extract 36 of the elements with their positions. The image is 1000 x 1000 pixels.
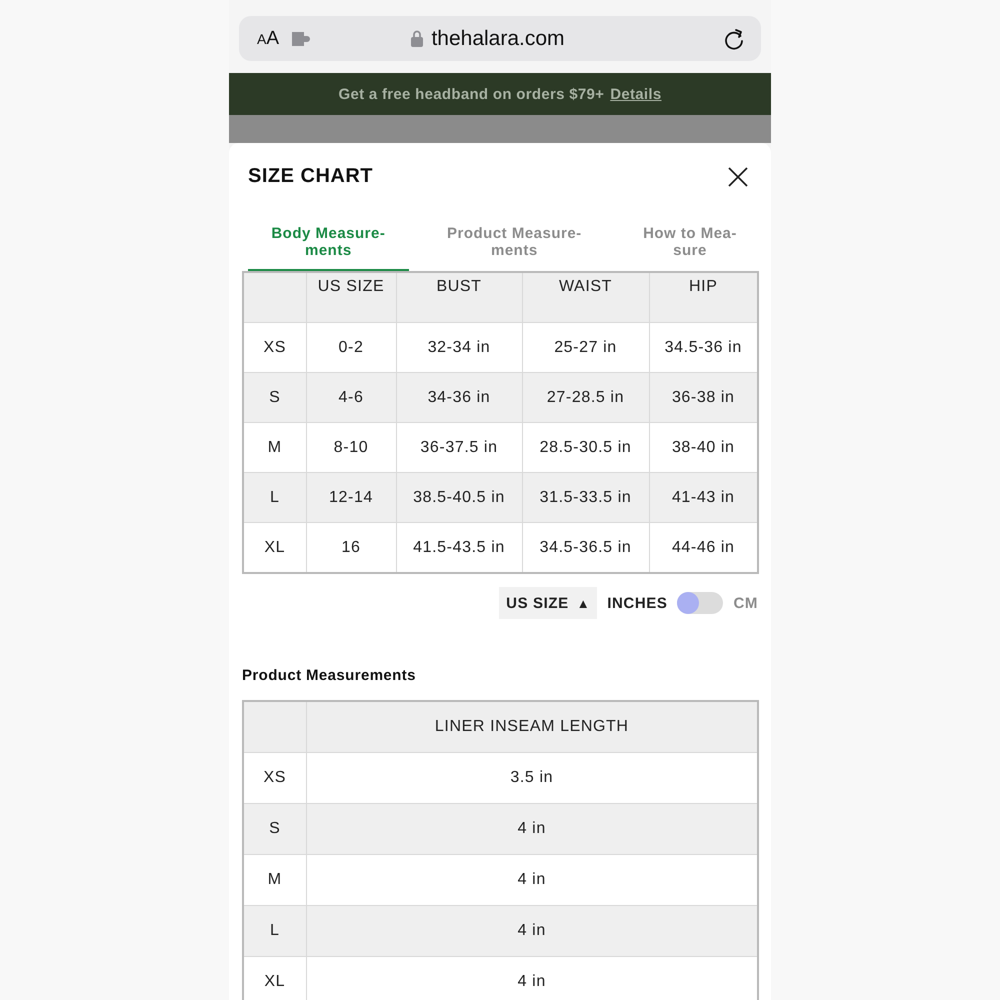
close-icon[interactable] bbox=[728, 166, 748, 186]
table-cell: S bbox=[243, 804, 306, 854]
table-cell: 34-36 in bbox=[396, 372, 522, 422]
column-header: LINER INSEAM LENGTH bbox=[306, 701, 758, 752]
text-size-button[interactable]: AA bbox=[257, 28, 280, 50]
unit-label: INCHES bbox=[607, 594, 668, 612]
table-cell: 12-14 bbox=[306, 472, 396, 522]
sort-button[interactable]: US SIZE ▲ bbox=[499, 587, 598, 619]
unit-toggle[interactable] bbox=[677, 592, 724, 614]
unit-label: CM bbox=[733, 594, 758, 612]
column-header: WAIST bbox=[522, 272, 649, 322]
modal-title: SIZE CHART bbox=[248, 165, 373, 188]
tab[interactable]: How to Mea- sure bbox=[628, 222, 752, 271]
table-cell: 4-6 bbox=[306, 372, 396, 422]
details-link[interactable]: Details bbox=[610, 86, 662, 102]
table-cell: L bbox=[243, 906, 306, 956]
table-cell: 4 in bbox=[306, 804, 758, 854]
lock-icon bbox=[411, 30, 424, 47]
table-cell: 38.5-40.5 in bbox=[396, 472, 522, 522]
tab[interactable]: Body Measure- ments bbox=[248, 222, 409, 271]
table-cell: 36-38 in bbox=[649, 372, 758, 422]
reload-icon[interactable] bbox=[723, 26, 745, 50]
column-header: HIP bbox=[649, 272, 758, 322]
column-header: US SIZE bbox=[306, 272, 396, 322]
promo-text: Get a free headband on orders $79+ bbox=[338, 86, 604, 102]
section-title: Product Measurements bbox=[242, 667, 417, 684]
table-cell: S bbox=[243, 372, 306, 422]
address-bar[interactable]: AA thehalara.com bbox=[239, 16, 761, 61]
table-cell: 27-28.5 in bbox=[522, 372, 649, 422]
table-cell: 41-43 in bbox=[649, 472, 758, 522]
table-cell: L bbox=[243, 472, 306, 522]
table-cell: 4 in bbox=[306, 906, 758, 956]
table-cell: 31.5-33.5 in bbox=[522, 472, 649, 522]
tab[interactable]: Product Measure- ments bbox=[408, 222, 620, 271]
url-text: thehalara.com bbox=[431, 26, 565, 50]
column-header: BUST bbox=[396, 272, 522, 322]
